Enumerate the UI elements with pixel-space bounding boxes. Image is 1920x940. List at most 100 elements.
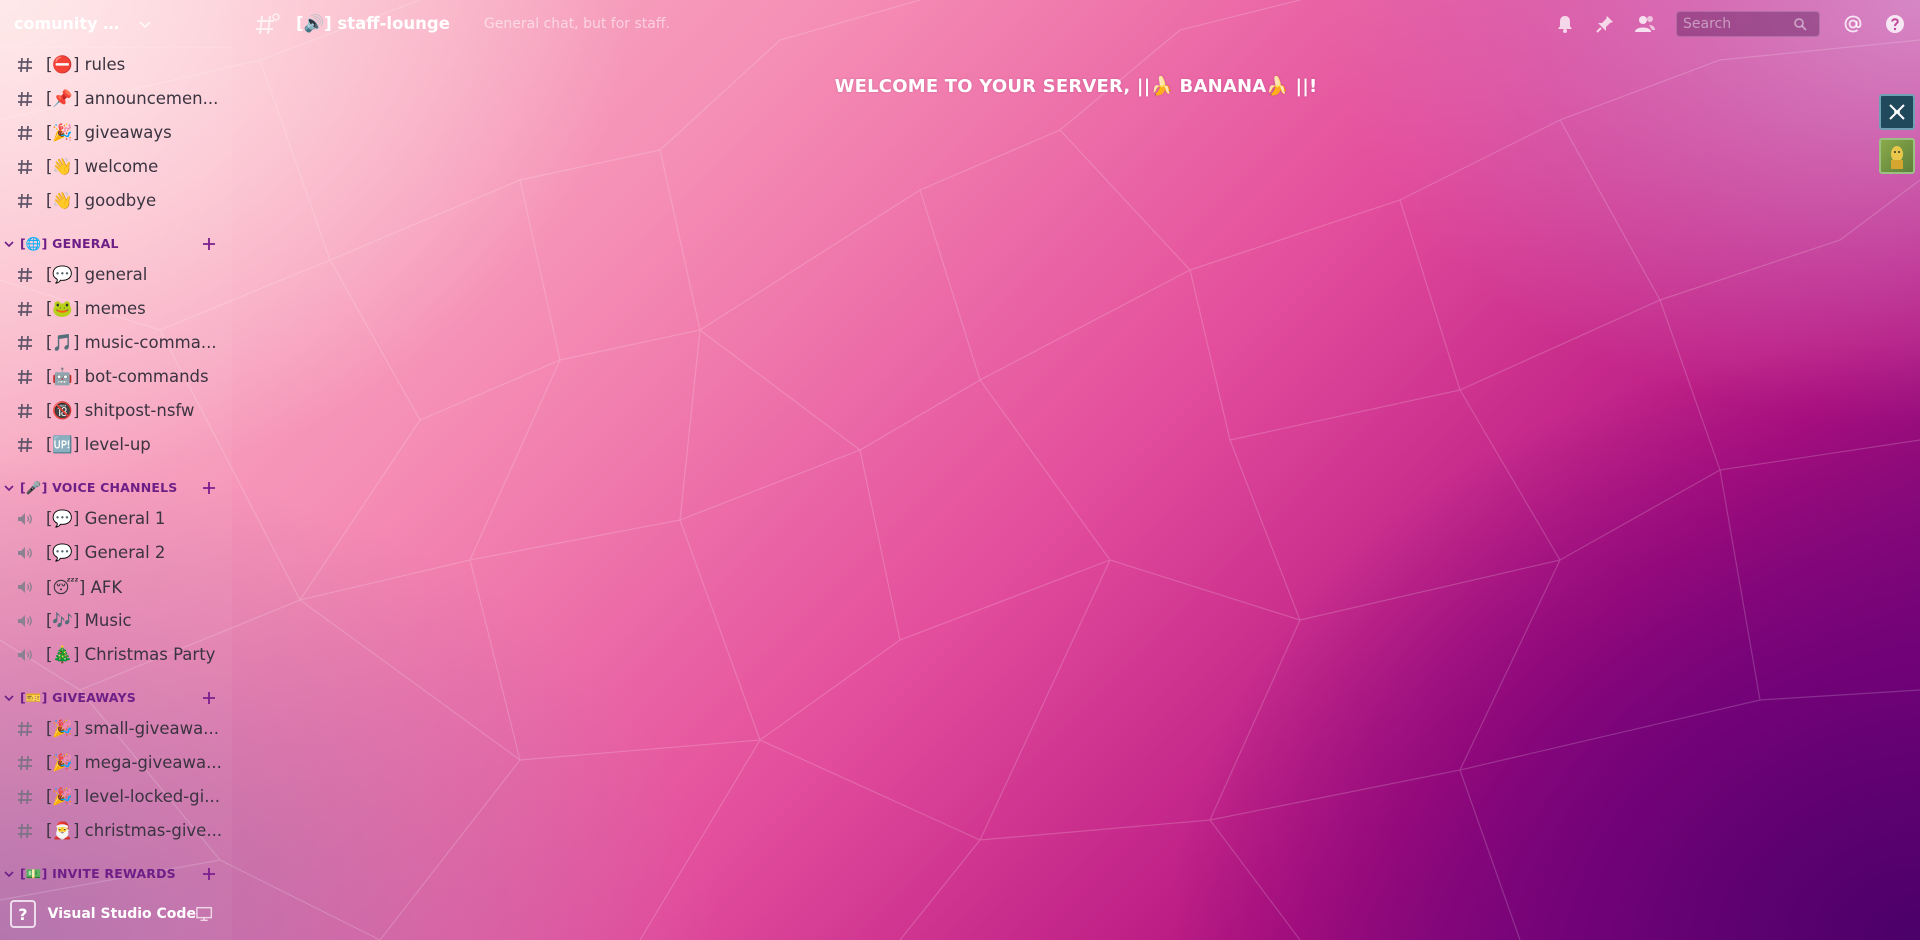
channel-label: [👋] welcome (46, 157, 159, 176)
channel-list: [⛔] rules [📌] announcemen... [🎉] giveawa… (0, 48, 232, 888)
chevron-down-icon (4, 485, 14, 492)
channel-label: [😴] AFK (46, 577, 123, 597)
help-icon[interactable] (1884, 13, 1906, 35)
hash-icon (14, 366, 36, 388)
user-activity-panel: ? Visual Studio Code (0, 888, 232, 940)
members-icon[interactable] (1634, 13, 1656, 35)
hash-icon (14, 400, 36, 422)
hash-icon (14, 122, 36, 144)
hash-icon (14, 190, 36, 212)
add-channel-icon[interactable] (202, 481, 216, 495)
channel-level-locked-giveaways[interactable]: [🎉] level-locked-gi... (0, 780, 232, 814)
chevron-down-icon (4, 695, 14, 702)
hash-icon (14, 718, 36, 740)
channel-bot-commands[interactable]: [🤖] bot-commands (0, 360, 232, 394)
server-name: comunity te... (14, 14, 126, 33)
speaker-icon (14, 542, 36, 564)
screen-share-icon[interactable] (196, 905, 214, 923)
right-rail (1874, 94, 1920, 182)
channel-label: [👋] goodbye (46, 191, 157, 210)
channel-label: [💬] General 2 (46, 543, 166, 562)
channel-label: [🎉] mega-giveawa... (46, 753, 222, 772)
hash-icon (14, 88, 36, 110)
hash-icon (256, 13, 280, 35)
channel-label: [🎶] Music (46, 611, 132, 630)
voice-channel-general-2[interactable]: [💬] General 2 (0, 536, 232, 570)
hash-icon (14, 786, 36, 808)
channel-label: [🆙] level-up (46, 435, 151, 454)
channel-sidebar: comunity te... [⛔] rules [📌] announcemen… (0, 0, 232, 940)
channel-level-up[interactable]: [🆙] level-up (0, 428, 232, 462)
category-giveaways[interactable]: [🎫] GIVEAWAYS (0, 684, 232, 712)
channel-mega-giveaways[interactable]: [🎉] mega-giveawa... (0, 746, 232, 780)
add-channel-icon[interactable] (202, 237, 216, 251)
background-facets (0, 0, 1920, 940)
channel-goodbye[interactable]: [👋] goodbye (0, 184, 232, 218)
bell-icon[interactable] (1554, 13, 1576, 35)
close-icon (1889, 104, 1905, 120)
category-label: [🎤] VOICE CHANNELS (20, 480, 178, 495)
channel-announcements[interactable]: [📌] announcemen... (0, 82, 232, 116)
category-invite-rewards[interactable]: [💵] INVITE REWARDS (0, 860, 232, 888)
category-label: [🌐] GENERAL (20, 236, 119, 251)
add-channel-icon[interactable] (202, 691, 216, 705)
speaker-icon (14, 644, 36, 666)
voice-channel-afk[interactable]: [😴] AFK (0, 570, 232, 604)
channel-header: [🔊] staff-lounge General chat, but for s… (232, 0, 1920, 48)
chevron-down-icon (4, 871, 14, 878)
unknown-game-icon: ? (10, 900, 36, 928)
channel-shitpost-nsfw[interactable]: [🔞] shitpost-nsfw (0, 394, 232, 428)
channel-label: [🎉] level-locked-gi... (46, 787, 220, 806)
chevron-down-icon (4, 241, 14, 248)
server-header[interactable]: comunity te... (0, 0, 232, 48)
channel-music-commands[interactable]: [🎵] music-comma... (0, 326, 232, 360)
search-icon (1794, 18, 1807, 31)
channel-label: [💬] General 1 (46, 509, 166, 528)
hash-icon (14, 264, 36, 286)
channel-label: [🔞] shitpost-nsfw (46, 401, 195, 420)
channel-christmas-giveaways[interactable]: [🎅] christmas-give... (0, 814, 232, 848)
channel-label: [🎅] christmas-give... (46, 821, 223, 840)
speaker-icon (14, 508, 36, 530)
category-label: [🎫] GIVEAWAYS (20, 690, 136, 705)
channel-label: [🎉] small-giveawa... (46, 719, 219, 738)
category-label: [💵] INVITE REWARDS (20, 866, 176, 881)
avatar-figure-icon (1891, 146, 1903, 169)
channel-label: [⛔] rules (46, 55, 126, 74)
close-panel-button[interactable] (1879, 94, 1915, 130)
channel-label: [📌] announcemen... (46, 89, 219, 108)
channel-label: [💬] general (46, 265, 148, 284)
speaker-icon (14, 576, 36, 598)
search-input[interactable] (1683, 16, 1793, 32)
channel-label: [🎄] Christmas Party (46, 645, 216, 664)
user-avatar[interactable] (1879, 138, 1915, 174)
channel-welcome[interactable]: [👋] welcome (0, 150, 232, 184)
hash-icon (14, 156, 36, 178)
hash-icon (14, 298, 36, 320)
add-channel-icon[interactable] (202, 867, 216, 881)
mention-icon[interactable] (1842, 13, 1864, 35)
channel-title: [🔊] staff-lounge (296, 14, 450, 33)
channel-label: [🐸] memes (46, 299, 146, 318)
hash-icon (14, 820, 36, 842)
category-general[interactable]: [🌐] GENERAL (0, 230, 232, 258)
header-toolbar (1536, 11, 1920, 37)
hash-icon (14, 434, 36, 456)
channel-giveaways[interactable]: [🎉] giveaways (0, 116, 232, 150)
channel-rules[interactable]: [⛔] rules (0, 48, 232, 82)
search-box[interactable] (1676, 11, 1820, 37)
hash-icon (14, 54, 36, 76)
activity-name: Visual Studio Code (47, 906, 196, 922)
channel-memes[interactable]: [🐸] memes (0, 292, 232, 326)
voice-channel-christmas-party[interactable]: [🎄] Christmas Party (0, 638, 232, 672)
voice-channel-general-1[interactable]: [💬] General 1 (0, 502, 232, 536)
pin-icon[interactable] (1594, 13, 1616, 35)
channel-general[interactable]: [💬] general (0, 258, 232, 292)
category-voice-channels[interactable]: [🎤] VOICE CHANNELS (0, 474, 232, 502)
channel-topic: General chat, but for staff. (483, 16, 670, 32)
channel-label: [🎵] music-comma... (46, 333, 217, 352)
channel-small-giveaways[interactable]: [🎉] small-giveawa... (0, 712, 232, 746)
channel-label: [🎉] giveaways (46, 123, 172, 142)
voice-channel-music[interactable]: [🎶] Music (0, 604, 232, 638)
chevron-down-icon (139, 20, 151, 28)
